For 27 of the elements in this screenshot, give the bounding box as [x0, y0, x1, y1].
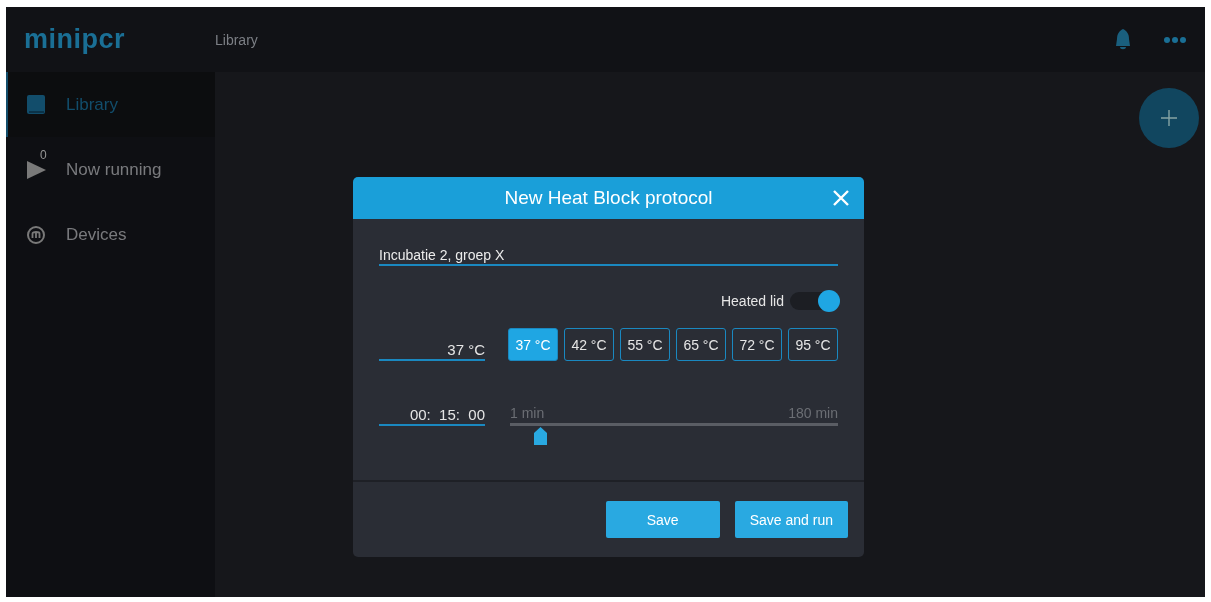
running-count: 0 — [40, 147, 47, 162]
name-field[interactable]: Incubatie 2, groep X — [379, 243, 838, 266]
close-icon[interactable] — [832, 189, 850, 207]
dialog-title: New Heat Block protocol — [504, 187, 713, 209]
temperature-preset[interactable]: 42 °C — [564, 328, 614, 361]
add-button[interactable] — [1139, 88, 1199, 148]
sidebar-item[interactable]: Devices — [6, 202, 215, 267]
temperature-preset[interactable]: 72 °C — [732, 328, 782, 361]
heated-lid-label: Heated lid — [720, 293, 784, 309]
slider-max-label: 180 min — [788, 405, 838, 421]
device-icon — [26, 224, 46, 245]
plus-icon — [1161, 110, 1177, 126]
temperature-field[interactable]: 37 °C — [379, 341, 485, 361]
sidebar-item[interactable]: 0 Now running — [6, 137, 215, 202]
slider-thumb[interactable] — [533, 427, 547, 445]
book-icon — [26, 93, 46, 116]
heated-lid-toggle[interactable] — [790, 292, 838, 310]
time-field[interactable]: 00: 15: 00 — [379, 406, 485, 426]
slider-min-label: 1 min — [510, 405, 545, 421]
logo: minipcr — [24, 24, 126, 54]
temperature-preset[interactable]: 95 °C — [788, 328, 838, 361]
more-icon[interactable] — [1163, 35, 1187, 44]
page-title: Library — [215, 31, 259, 48]
temperature-preset[interactable]: 65 °C — [676, 328, 726, 361]
bell-icon[interactable] — [1113, 27, 1133, 52]
temperature-preset[interactable]: 55 °C — [620, 328, 670, 361]
duration-slider[interactable] — [510, 423, 838, 445]
